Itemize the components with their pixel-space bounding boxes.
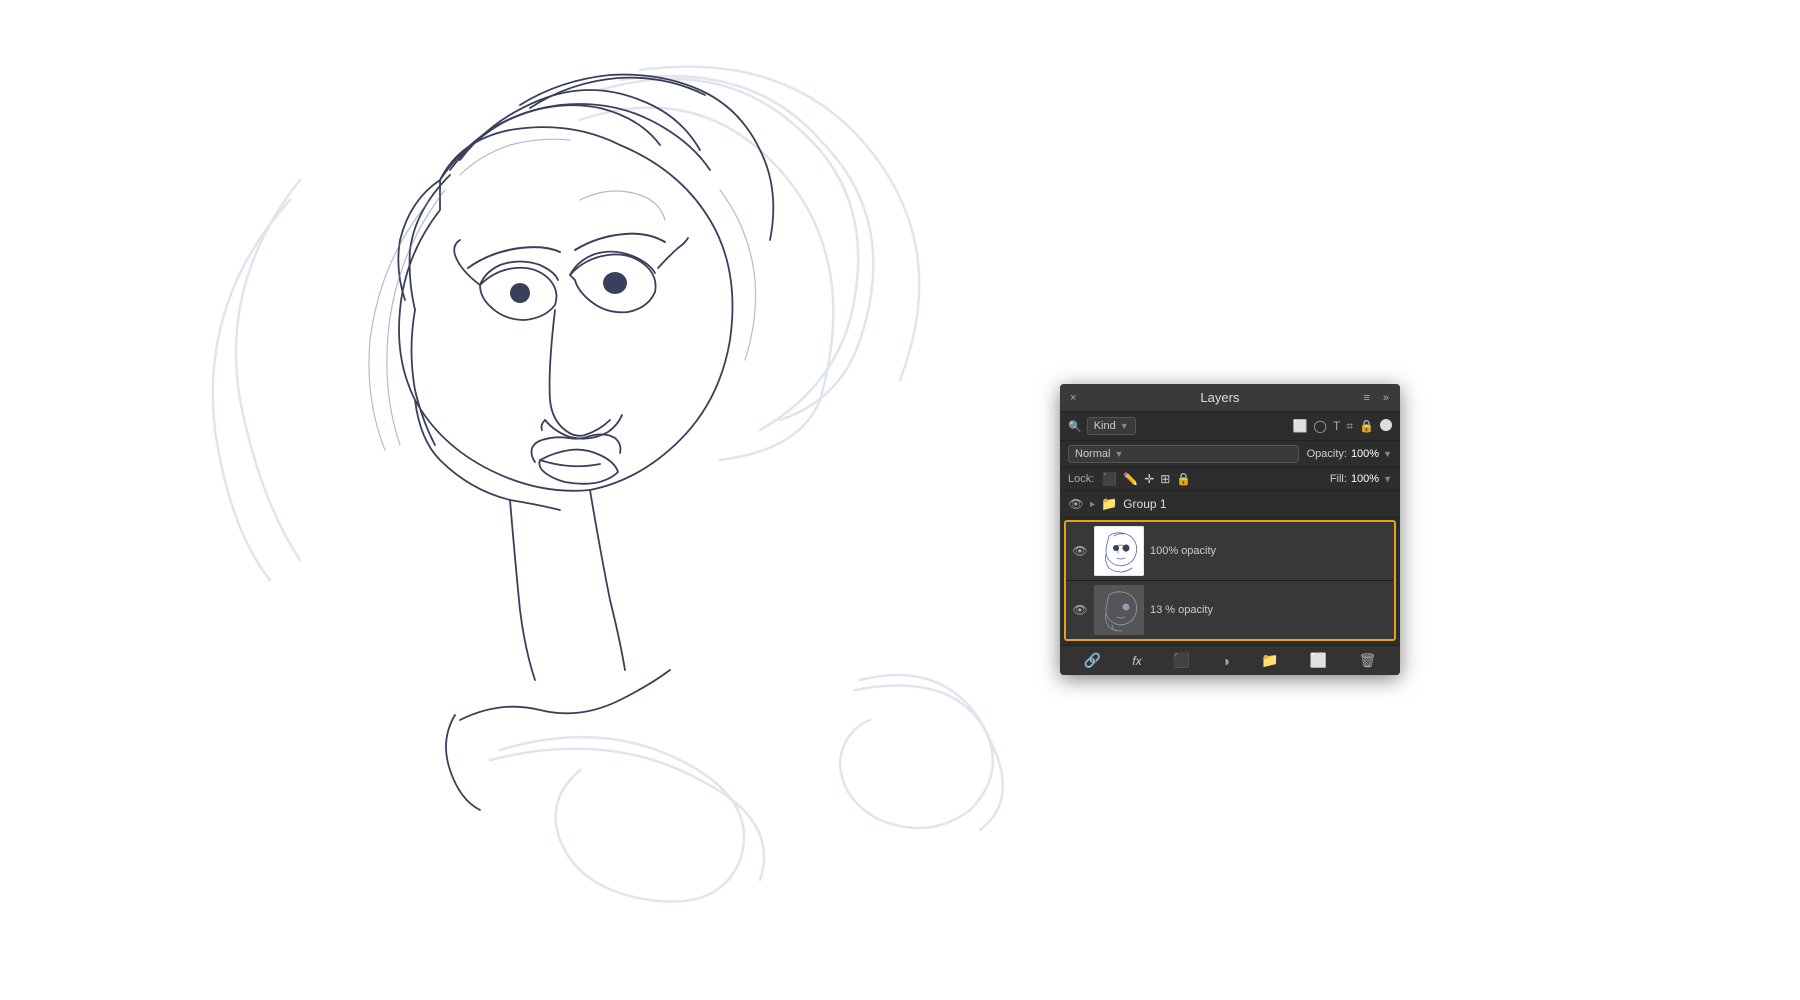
new-layer-icon[interactable]: ⬜ bbox=[1310, 652, 1327, 669]
sketch-canvas bbox=[0, 0, 1100, 1000]
adjustment-icon[interactable]: ◑ bbox=[1222, 653, 1230, 669]
layer2-thumbnail bbox=[1094, 585, 1144, 635]
kind-label: Kind bbox=[1094, 420, 1116, 432]
filter-toggle-dot[interactable] bbox=[1380, 419, 1392, 431]
kind-chevron-icon: ▼ bbox=[1120, 421, 1129, 431]
opacity-control: Opacity: 100% ▼ bbox=[1307, 448, 1392, 460]
group-visibility-eye[interactable]: 👁 bbox=[1068, 497, 1084, 511]
panel-bottom-toolbar: 🔗 fx ⬛ ◑ 📁 ⬜ 🗑 bbox=[1060, 645, 1400, 675]
blend-mode-label: Normal bbox=[1075, 448, 1110, 460]
lock-paint-icon[interactable]: ✏️ bbox=[1123, 472, 1138, 486]
blend-chevron-icon: ▼ bbox=[1114, 449, 1123, 459]
search-icon: 🔍 bbox=[1068, 420, 1082, 433]
lock-all-icon[interactable]: 🔒 bbox=[1176, 472, 1191, 486]
canvas-area bbox=[0, 0, 1800, 1000]
lock-pixels-icon[interactable]: ⬛ bbox=[1102, 472, 1117, 486]
crop-filter-icon[interactable]: ⌗ bbox=[1346, 419, 1353, 434]
fill-value[interactable]: 100% bbox=[1351, 473, 1379, 485]
panel-titlebar: × Layers ≡ » bbox=[1060, 384, 1400, 412]
panel-title: Layers bbox=[1200, 390, 1239, 405]
layers-container: 👁 bbox=[1064, 520, 1396, 641]
blend-mode-dropdown[interactable]: Normal ▼ bbox=[1068, 445, 1299, 463]
layer1-opacity-text: 100% opacity bbox=[1150, 545, 1388, 557]
image-filter-icon[interactable]: ⬜ bbox=[1293, 419, 1308, 434]
layer1-visibility-eye[interactable]: 👁 bbox=[1072, 544, 1088, 558]
layer-row[interactable]: 👁 13 % opacity bbox=[1066, 581, 1394, 639]
lock-artboard-icon[interactable]: ⊞ bbox=[1160, 472, 1170, 486]
kind-filter-dropdown[interactable]: Kind ▼ bbox=[1087, 417, 1136, 435]
filter-row: 🔍 Kind ▼ ⬜ ◯ T ⌗ 🔒 bbox=[1060, 412, 1400, 441]
layer1-thumbnail bbox=[1094, 526, 1144, 576]
delete-layer-icon[interactable]: 🗑 bbox=[1359, 652, 1377, 669]
add-mask-icon[interactable]: ⬛ bbox=[1173, 652, 1190, 669]
group-name: Group 1 bbox=[1123, 497, 1166, 511]
panel-close-button[interactable]: × bbox=[1070, 392, 1076, 404]
layers-panel: × Layers ≡ » 🔍 Kind ▼ ⬜ ◯ T ⌗ 🔒 Normal ▼… bbox=[1060, 384, 1400, 675]
lock-move-icon[interactable]: ✛ bbox=[1144, 472, 1154, 486]
opacity-label: Opacity: bbox=[1307, 448, 1347, 460]
opacity-value[interactable]: 100% bbox=[1351, 448, 1379, 460]
filter-icons-group: ⬜ ◯ T ⌗ 🔒 bbox=[1293, 419, 1392, 434]
layer2-info: 13 % opacity bbox=[1150, 604, 1388, 616]
group-row[interactable]: 👁 ▸ 📁 Group 1 bbox=[1060, 491, 1400, 518]
lock-label: Lock: bbox=[1068, 473, 1094, 485]
group-folder-icon: 📁 bbox=[1101, 496, 1117, 512]
fill-control: Fill: 100% ▼ bbox=[1330, 473, 1392, 485]
new-group-icon[interactable]: 📁 bbox=[1261, 652, 1278, 669]
link-layers-icon[interactable]: 🔗 bbox=[1084, 652, 1101, 669]
circle-filter-icon[interactable]: ◯ bbox=[1314, 419, 1327, 434]
lock-filter-icon[interactable]: 🔒 bbox=[1359, 419, 1374, 434]
lock-icons-group: ⬛ ✏️ ✛ ⊞ 🔒 bbox=[1102, 472, 1191, 486]
text-filter-icon[interactable]: T bbox=[1333, 419, 1340, 434]
group-expand-arrow[interactable]: ▸ bbox=[1090, 499, 1095, 510]
fx-icon[interactable]: fx bbox=[1132, 654, 1141, 668]
fill-label: Fill: bbox=[1330, 473, 1347, 485]
layer-row[interactable]: 👁 bbox=[1066, 522, 1394, 581]
blend-mode-row: Normal ▼ Opacity: 100% ▼ bbox=[1060, 441, 1400, 468]
panel-menu-button[interactable]: ≡ bbox=[1363, 392, 1370, 404]
layer1-info: 100% opacity bbox=[1150, 545, 1388, 557]
opacity-chevron-icon: ▼ bbox=[1383, 449, 1392, 459]
fill-chevron-icon: ▼ bbox=[1383, 474, 1392, 484]
layer2-visibility-eye[interactable]: 👁 bbox=[1072, 603, 1088, 617]
panel-collapse-button[interactable]: » bbox=[1383, 392, 1390, 404]
lock-row: Lock: ⬛ ✏️ ✛ ⊞ 🔒 Fill: 100% ▼ bbox=[1060, 468, 1400, 491]
layer2-opacity-text: 13 % opacity bbox=[1150, 604, 1388, 616]
